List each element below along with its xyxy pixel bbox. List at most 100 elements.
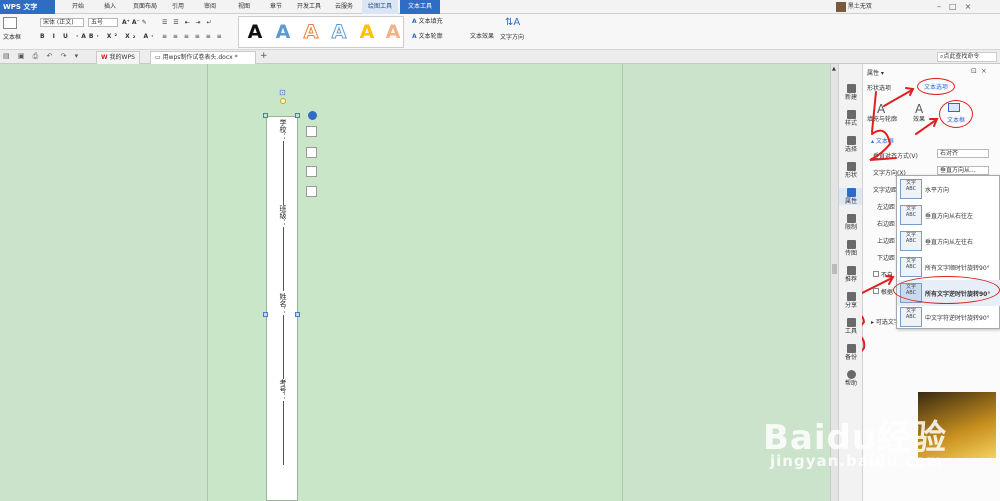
font-grow-shrink-buttons[interactable]: A⁺ A⁻ ✎: [122, 18, 147, 27]
text-style-peach[interactable]: A: [379, 22, 407, 42]
text-style-blue-outline[interactable]: A: [325, 22, 353, 43]
list-buttons[interactable]: ☰ ☰ ⇤ ⇥ ↵: [162, 18, 213, 27]
window-controls: –□×: [937, 2, 997, 12]
tab-my-wps-label: 我的WPS: [109, 54, 135, 61]
text-fill-icon: A: [412, 18, 417, 25]
tab-view[interactable]: 视图: [230, 0, 258, 14]
underline-exam-number: [283, 401, 284, 465]
textbox-dropdown[interactable]: 文本框: [3, 33, 21, 42]
tab-developer[interactable]: 开发工具: [292, 0, 326, 14]
font-format-buttons[interactable]: B I U ·AB· X² X₂ A·: [40, 32, 156, 41]
font-size-combo[interactable]: 五号: [88, 18, 118, 27]
baidu-watermark-url: jingyan.baidu.com: [770, 452, 943, 470]
text-direction-button[interactable]: 文字方向: [500, 33, 524, 42]
share-icon: [846, 292, 856, 301]
tab-cloud[interactable]: 云服务: [330, 0, 358, 14]
sidebar-item-shape[interactable]: 形状: [839, 162, 863, 179]
resize-handle-mr[interactable]: [295, 312, 300, 317]
text-effect-dropdown[interactable]: 文本效果: [470, 32, 494, 41]
arrow-to-textbox-tab: [915, 119, 937, 135]
ribbon: 文本框 宋体 (正文) 五号 A⁺ A⁻ ✎ B I U ·AB· X² X₂ …: [0, 14, 1000, 50]
underline-name: [283, 315, 284, 379]
rotate-handle[interactable]: [280, 98, 286, 104]
new-doc-icon: [846, 84, 856, 93]
restrict-icon: [846, 214, 856, 223]
sidebar-item-select[interactable]: 选择: [839, 136, 863, 153]
scroll-thumb[interactable]: [832, 264, 837, 274]
tab-home[interactable]: 开始: [64, 0, 92, 14]
font-name-combo[interactable]: 宋体 (正文): [40, 18, 84, 27]
fill-bucket-icon[interactable]: [306, 166, 317, 177]
sidebar-item-properties[interactable]: 属性: [839, 188, 863, 205]
tab-section[interactable]: 章节: [264, 0, 288, 14]
textbox-icon[interactable]: [3, 17, 17, 29]
tab-text-tools[interactable]: 文本工具: [400, 0, 440, 14]
annotation-stroke-three: [862, 315, 866, 352]
text-style-orange-outline[interactable]: A: [297, 22, 325, 43]
add-tab-button[interactable]: +: [260, 51, 268, 61]
left-margin-area: [0, 64, 207, 501]
maximize-icon[interactable]: □: [949, 2, 965, 11]
tab-document-label: 用wps制作试卷表头.docx *: [162, 54, 238, 61]
sidebar-item-recommend[interactable]: 推荐: [839, 266, 863, 283]
document-tab-bar: ▤ ▣ ⎙ ↶ ↷ ▾ W 我的WPS ▭ 用wps制作试卷表头.docx * …: [0, 50, 1000, 64]
text-fill-label: 文本填充: [418, 18, 443, 25]
text-style-black[interactable]: A: [241, 22, 269, 42]
resize-handle-ml[interactable]: [263, 312, 268, 317]
properties-icon: [846, 188, 856, 197]
scroll-up-icon[interactable]: ▲: [832, 66, 836, 72]
tab-drawing-tools[interactable]: 绘图工具: [362, 0, 398, 14]
sidebar-item-tools[interactable]: 工具: [839, 318, 863, 335]
edit-shape-icon[interactable]: [306, 147, 317, 158]
tab-references[interactable]: 引用: [166, 0, 190, 14]
label-exam-number: 考号：: [279, 379, 287, 400]
sidebar-item-share[interactable]: 分享: [839, 292, 863, 309]
sidebar-item-restrict[interactable]: 限制: [839, 214, 863, 231]
vertical-text-box[interactable]: 学校： 班级： 姓名： 考号：: [266, 116, 298, 501]
user-name[interactable]: 黑土无双: [848, 3, 872, 10]
label-name: 姓名：: [279, 293, 287, 314]
user-area: 黑土无双: [836, 1, 872, 13]
resize-handle-tl[interactable]: [263, 113, 268, 118]
annotation-arrows: [862, 87, 939, 352]
sidebar-item-help[interactable]: 帮助: [839, 370, 863, 387]
tab-insert[interactable]: 插入: [96, 0, 124, 14]
underline-class: [283, 227, 284, 291]
layout-anchor-icon[interactable]: ⊡: [279, 88, 286, 97]
close-icon[interactable]: ×: [965, 2, 980, 11]
collapse-icon[interactable]: [308, 111, 317, 120]
sidebar-item-upload-image[interactable]: 传图: [839, 240, 863, 257]
minimize-icon[interactable]: –: [937, 2, 949, 11]
wps-logo-icon: W: [101, 54, 108, 61]
app-menu-button[interactable]: WPS 文字: [0, 0, 55, 14]
layout-options-icon[interactable]: [306, 126, 317, 137]
tab-review[interactable]: 审阅: [196, 0, 224, 14]
text-outline-dropdown[interactable]: A 文本轮廓: [412, 32, 443, 41]
text-style-blue[interactable]: A: [269, 22, 297, 42]
quick-access-toolbar[interactable]: ▤ ▣ ⎙ ↶ ↷ ▾: [3, 52, 81, 61]
text-fill-dropdown[interactable]: A 文本填充: [412, 17, 443, 26]
annotation-stroke-two: [869, 129, 897, 161]
text-style-gold[interactable]: A: [353, 22, 381, 42]
text-direction-icon[interactable]: ⇅A: [505, 17, 521, 29]
tools-icon: [846, 318, 856, 327]
label-class: 班级：: [279, 205, 287, 226]
text-effect-label: 文本效果: [470, 33, 495, 40]
sidebar-item-style[interactable]: 样式: [839, 110, 863, 127]
help-icon: [846, 370, 856, 379]
sidebar-item-backup[interactable]: 备份: [839, 344, 863, 361]
shape-icon: [846, 162, 856, 171]
arrow-to-rotate-option: [862, 277, 893, 295]
document-icon: ▭: [155, 54, 161, 61]
avatar[interactable]: [836, 1, 846, 12]
tab-page-layout[interactable]: 页面布局: [128, 0, 162, 14]
sidebar-item-new[interactable]: 新建: [839, 84, 863, 101]
outline-pen-icon[interactable]: [306, 186, 317, 197]
resize-handle-tr[interactable]: [295, 113, 300, 118]
tab-my-wps[interactable]: W 我的WPS: [96, 51, 140, 64]
annotation-stroke-one: [871, 91, 877, 133]
align-buttons[interactable]: ≡ ≡ ≡ ≡ ≡ ≡: [162, 32, 224, 41]
search-command-input[interactable]: ⌕点此查找命令: [937, 52, 997, 62]
tab-document[interactable]: ▭ 用wps制作试卷表头.docx *: [150, 51, 256, 64]
style-icon: [846, 110, 856, 119]
